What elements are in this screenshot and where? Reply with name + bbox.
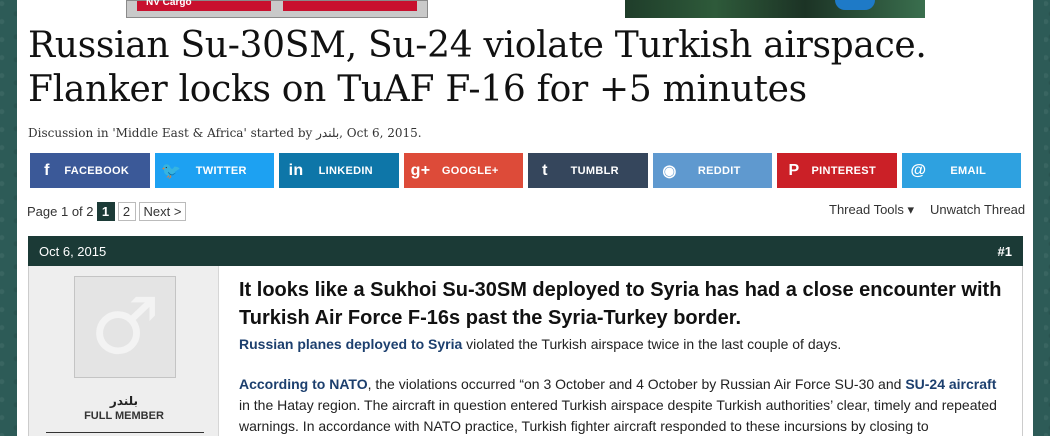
email-share-button[interactable]: @ EMAIL: [901, 153, 1021, 188]
twitter-label: TWITTER: [195, 164, 247, 177]
post-date: Oct 6, 2015: [39, 244, 107, 259]
page-link-1[interactable]: 1: [96, 202, 115, 221]
thread-tools-menu[interactable]: Thread Tools ▾: [829, 202, 914, 218]
post-heading: It looks like a Sukhoi Su-30SM deployed …: [239, 279, 1002, 329]
facebook-icon: f: [44, 161, 50, 179]
page-label: Page 1 of 2: [27, 204, 94, 219]
su24-link[interactable]: SU-24 aircraft: [905, 376, 996, 392]
facebook-share-button[interactable]: f FACEBOOK: [30, 153, 150, 188]
paragraph-1-text: violated the Turkish airspace twice in t…: [462, 336, 842, 352]
ad-label: NV Cargo: [146, 0, 192, 8]
thread-title: Russian Su-30SM, Su-24 violate Turkish a…: [28, 25, 927, 110]
username[interactable]: بلندر: [29, 394, 219, 408]
linkedin-icon: in: [288, 161, 304, 179]
russian-planes-link[interactable]: Russian planes deployed to Syria: [239, 336, 462, 352]
googleplus-icon: g+: [410, 161, 431, 179]
post-paragraph-1: Russian planes deployed to Syria violate…: [239, 334, 1009, 355]
post: ♂ بلندر FULL MEMBER It looks like a Sukh…: [28, 266, 1023, 436]
page: NV Cargo Russian Su-30SM, Su-24 violate …: [17, 0, 1033, 436]
page-link-2[interactable]: 2: [117, 202, 136, 221]
linkedin-share-button[interactable]: in LINKEDIN: [279, 153, 399, 188]
post-number[interactable]: #1: [998, 244, 1012, 259]
linkedin-label: LINKEDIN: [318, 164, 373, 177]
post-paragraph-2: According to NATO, the violations occurr…: [239, 374, 1009, 436]
ad-banner-left[interactable]: NV Cargo: [126, 0, 428, 18]
paragraph-2-text: , the violations occurred “on 3 October …: [367, 376, 906, 392]
ad-banner-right[interactable]: [625, 0, 925, 18]
facebook-label: FACEBOOK: [64, 164, 130, 177]
twitter-share-button[interactable]: 🐦 TWITTER: [154, 153, 274, 188]
avatar[interactable]: ♂: [74, 276, 176, 378]
paragraph-2-rest: in the Hatay region. The aircraft in que…: [239, 397, 997, 434]
pagination: Page 1 of 2 1 2 Next >: [27, 202, 187, 221]
ad-button-right[interactable]: [283, 1, 417, 11]
unwatch-thread-link[interactable]: Unwatch Thread: [930, 202, 1025, 217]
next-page-button[interactable]: Next >: [138, 202, 187, 221]
post-header: Oct 6, 2015 #1: [28, 236, 1023, 266]
googleplus-label: GOOGLE+: [441, 164, 499, 177]
email-label: EMAIL: [950, 164, 987, 177]
ad-graphic: [835, 0, 875, 10]
email-icon: @: [910, 161, 927, 179]
thread-meta: Discussion in 'Middle East & Africa' sta…: [28, 126, 422, 140]
tumblr-share-button[interactable]: t TUMBLR: [528, 153, 648, 188]
twitter-icon: 🐦: [161, 162, 182, 180]
googleplus-share-button[interactable]: g+ GOOGLE+: [403, 153, 523, 188]
tumblr-icon: t: [542, 161, 548, 179]
reddit-icon: ◉: [662, 162, 677, 180]
tumblr-label: TUMBLR: [570, 164, 619, 177]
pinterest-icon: P: [788, 161, 800, 179]
male-avatar-icon: ♂: [90, 282, 160, 372]
ad-button-left[interactable]: NV Cargo: [137, 0, 271, 11]
nato-link[interactable]: According to NATO: [239, 376, 368, 392]
post-content: It looks like a Sukhoi Su-30SM deployed …: [239, 276, 1009, 436]
user-rank: FULL MEMBER: [84, 410, 164, 422]
reddit-share-button[interactable]: ◉ REDDIT: [652, 153, 772, 188]
user-info: ♂ بلندر FULL MEMBER: [29, 266, 219, 436]
share-bar: f FACEBOOK 🐦 TWITTER in LINKEDIN g+ GOOGLE+ t TUM…: [30, 153, 1021, 188]
user-divider: [46, 432, 204, 436]
reddit-label: REDDIT: [697, 164, 741, 177]
pinterest-label: PINTEREST: [811, 164, 876, 177]
pinterest-share-button[interactable]: P PINTEREST: [777, 153, 897, 188]
